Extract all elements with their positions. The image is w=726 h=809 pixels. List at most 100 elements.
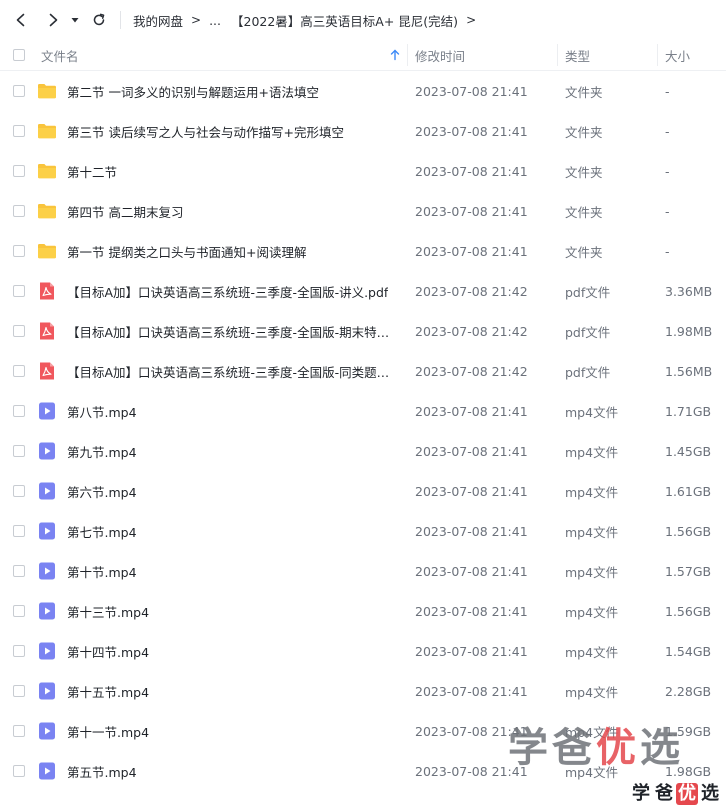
file-row[interactable]: 第四节 高二期末复习 2023-07-08 21:41 文件夹 - bbox=[0, 191, 726, 231]
file-row[interactable]: 【目标A加】口诀英语高三系统班-三季度-全国版-同类题手... 2023-07-0… bbox=[0, 351, 726, 391]
file-row[interactable]: 第十一节.mp4 2023-07-08 21:41 mp4文件 1.59GB bbox=[0, 711, 726, 751]
folder-icon bbox=[37, 161, 57, 181]
row-checkbox[interactable] bbox=[13, 725, 25, 737]
file-name-text: 第十四节.mp4 bbox=[67, 644, 150, 660]
row-checkbox[interactable] bbox=[13, 365, 25, 377]
file-list-header: 文件名 修改时间 类型 大小 bbox=[0, 40, 726, 71]
row-checkbox[interactable] bbox=[13, 85, 25, 97]
file-size: 1.56MB bbox=[665, 363, 713, 379]
row-checkbox[interactable] bbox=[13, 325, 25, 337]
file-name[interactable]: 第十五节.mp4 bbox=[67, 671, 393, 711]
file-name[interactable]: 第四节 高二期末复习 bbox=[67, 191, 393, 231]
file-type: mp4文件 bbox=[565, 604, 619, 620]
file-row[interactable]: 第五节.mp4 2023-07-08 21:41 mp4文件 1.98GB bbox=[0, 751, 726, 791]
file-modified: 2023-07-08 21:41 bbox=[415, 123, 528, 139]
file-row[interactable]: 第十三节.mp4 2023-07-08 21:41 mp4文件 1.56GB bbox=[0, 591, 726, 631]
file-name-text: 【目标A加】口诀英语高三系统班-三季度-全国版-同类题手... bbox=[67, 364, 393, 380]
video-icon bbox=[37, 561, 57, 581]
file-name[interactable]: 第二节 一词多义的识别与解题运用+语法填空 bbox=[67, 71, 393, 111]
file-name[interactable]: 【目标A加】口诀英语高三系统班-三季度-全国版-同类题手... bbox=[67, 351, 393, 391]
file-name-text: 第四节 高二期末复习 bbox=[67, 204, 184, 220]
file-name[interactable]: 第五节.mp4 bbox=[67, 751, 393, 791]
file-type: 文件夹 bbox=[565, 204, 603, 220]
refresh-icon bbox=[93, 13, 105, 26]
column-header-type[interactable]: 类型 bbox=[565, 40, 590, 70]
file-row[interactable]: 第三节 读后续写之人与社会与动作描写+完形填空 2023-07-08 21:41 文… bbox=[0, 111, 726, 151]
file-type: mp4文件 bbox=[565, 684, 619, 700]
breadcrumb-ellipsis[interactable]: ... bbox=[209, 13, 221, 28]
history-dropdown-button[interactable] bbox=[68, 7, 82, 33]
video-icon bbox=[37, 721, 57, 741]
row-checkbox[interactable] bbox=[13, 485, 25, 497]
file-row[interactable]: 第十五节.mp4 2023-07-08 21:41 mp4文件 2.28GB bbox=[0, 671, 726, 711]
file-row[interactable]: 【目标A加】口诀英语高三系统班-三季度-全国版-讲义.pdf 2023-07-08… bbox=[0, 271, 726, 311]
file-name-text: 第七节.mp4 bbox=[67, 524, 137, 540]
file-name[interactable]: 第十二节 bbox=[67, 151, 393, 191]
row-checkbox[interactable] bbox=[13, 645, 25, 657]
file-type: 文件夹 bbox=[565, 164, 603, 180]
folder-icon bbox=[37, 121, 57, 141]
row-checkbox[interactable] bbox=[13, 205, 25, 217]
file-modified: 2023-07-08 21:41 bbox=[415, 483, 528, 499]
breadcrumb-current[interactable]: 【2022暑】高三英语目标A+ 昆尼(完结) bbox=[231, 11, 458, 30]
file-row[interactable]: 第十二节 2023-07-08 21:41 文件夹 - bbox=[0, 151, 726, 191]
file-row[interactable]: 第六节.mp4 2023-07-08 21:41 mp4文件 1.61GB bbox=[0, 471, 726, 511]
file-modified: 2023-07-08 21:41 bbox=[415, 163, 528, 179]
sort-ascending-icon[interactable] bbox=[389, 49, 401, 61]
folder-icon bbox=[37, 241, 57, 261]
file-row[interactable]: 第十四节.mp4 2023-07-08 21:41 mp4文件 1.54GB bbox=[0, 631, 726, 671]
file-name-text: 【目标A加】口诀英语高三系统班-三季度-全国版-讲义.pdf bbox=[67, 284, 389, 300]
file-name[interactable]: 第七节.mp4 bbox=[67, 511, 393, 551]
file-row[interactable]: 【目标A加】口诀英语高三系统班-三季度-全国版-期末特辑.... 2023-07-… bbox=[0, 311, 726, 351]
file-name[interactable]: 第三节 读后续写之人与社会与动作描写+完形填空 bbox=[67, 111, 393, 151]
row-checkbox[interactable] bbox=[13, 405, 25, 417]
file-row[interactable]: 第一节 提纲类之口头与书面通知+阅读理解 2023-07-08 21:41 文件夹 - bbox=[0, 231, 726, 271]
column-divider[interactable] bbox=[657, 44, 658, 66]
column-header-type-label: 类型 bbox=[565, 48, 591, 64]
file-name[interactable]: 第十节.mp4 bbox=[67, 551, 393, 591]
row-checkbox[interactable] bbox=[13, 565, 25, 577]
video-icon bbox=[37, 641, 57, 661]
file-modified: 2023-07-08 21:41 bbox=[415, 643, 528, 659]
column-header-name[interactable]: 文件名 bbox=[41, 40, 79, 70]
file-name[interactable]: 第十一节.mp4 bbox=[67, 711, 393, 751]
row-checkbox[interactable] bbox=[13, 765, 25, 777]
back-button[interactable] bbox=[8, 7, 34, 33]
file-name[interactable]: 第一节 提纲类之口头与书面通知+阅读理解 bbox=[67, 231, 393, 271]
breadcrumb-expand-icon[interactable]: > bbox=[466, 13, 476, 27]
file-name-text: 第十五节.mp4 bbox=[67, 684, 150, 700]
file-name[interactable]: 第十三节.mp4 bbox=[67, 591, 393, 631]
file-name[interactable]: 第九节.mp4 bbox=[67, 431, 393, 471]
toolbar: 我的网盘 > ... 【2022暑】高三英语目标A+ 昆尼(完结) > bbox=[0, 0, 726, 40]
breadcrumb-root[interactable]: 我的网盘 bbox=[133, 11, 183, 30]
row-checkbox[interactable] bbox=[13, 525, 25, 537]
file-name[interactable]: 【目标A加】口诀英语高三系统班-三季度-全国版-期末特辑.... bbox=[67, 311, 393, 351]
forward-button[interactable] bbox=[40, 7, 66, 33]
file-row[interactable]: 第二节 一词多义的识别与解题运用+语法填空 2023-07-08 21:41 文件夹… bbox=[0, 71, 726, 111]
file-name[interactable]: 第八节.mp4 bbox=[67, 391, 393, 431]
select-all-checkbox[interactable] bbox=[13, 49, 25, 61]
column-header-size[interactable]: 大小 bbox=[665, 40, 690, 70]
file-name[interactable]: 第六节.mp4 bbox=[67, 471, 393, 511]
row-checkbox[interactable] bbox=[13, 125, 25, 137]
refresh-button[interactable] bbox=[86, 7, 112, 33]
row-checkbox[interactable] bbox=[13, 685, 25, 697]
row-checkbox[interactable] bbox=[13, 165, 25, 177]
column-header-modified[interactable]: 修改时间 bbox=[415, 40, 465, 70]
row-checkbox[interactable] bbox=[13, 445, 25, 457]
video-icon bbox=[37, 401, 57, 421]
file-size: 1.56GB bbox=[665, 603, 712, 619]
column-divider[interactable] bbox=[407, 44, 408, 66]
file-row[interactable]: 第八节.mp4 2023-07-08 21:41 mp4文件 1.71GB bbox=[0, 391, 726, 431]
row-checkbox[interactable] bbox=[13, 285, 25, 297]
file-row[interactable]: 第十节.mp4 2023-07-08 21:41 mp4文件 1.57GB bbox=[0, 551, 726, 591]
video-icon bbox=[37, 601, 57, 621]
row-checkbox[interactable] bbox=[13, 605, 25, 617]
file-name[interactable]: 第十四节.mp4 bbox=[67, 631, 393, 671]
file-name[interactable]: 【目标A加】口诀英语高三系统班-三季度-全国版-讲义.pdf bbox=[67, 271, 393, 311]
breadcrumb-separator-icon: > bbox=[191, 13, 202, 27]
column-divider[interactable] bbox=[557, 44, 558, 66]
row-checkbox[interactable] bbox=[13, 245, 25, 257]
file-row[interactable]: 第九节.mp4 2023-07-08 21:41 mp4文件 1.45GB bbox=[0, 431, 726, 471]
file-row[interactable]: 第七节.mp4 2023-07-08 21:41 mp4文件 1.56GB bbox=[0, 511, 726, 551]
